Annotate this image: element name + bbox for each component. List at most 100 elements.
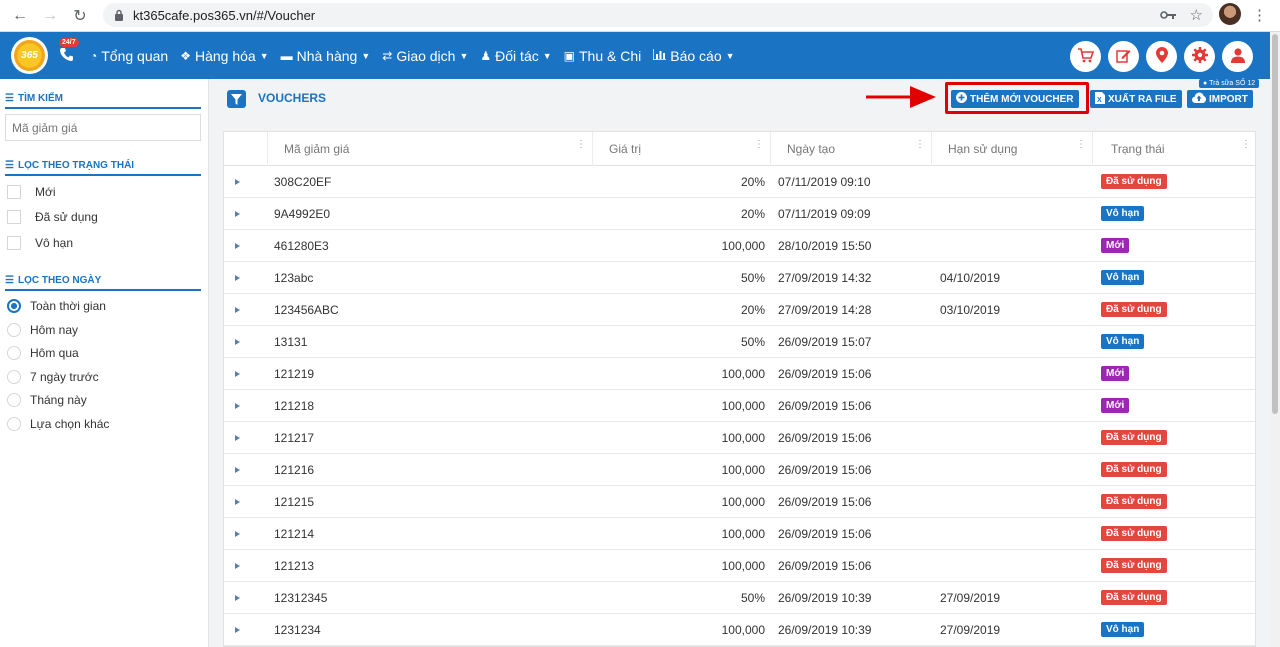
table-row[interactable]: 121214 100,000 26/09/2019 15:06 Đã sử dụng — [224, 518, 1255, 550]
table-row[interactable]: 1231234 100,000 26/09/2019 10:39 27/09/2019… — [224, 614, 1255, 646]
expand-row-icon[interactable] — [235, 211, 240, 217]
radio-button[interactable] — [7, 370, 21, 384]
radio-button[interactable] — [7, 299, 21, 313]
location-button[interactable] — [1146, 41, 1177, 72]
table-row[interactable]: 12312345 50% 26/09/2019 10:39 27/09/2019 Đã … — [224, 582, 1255, 614]
expand-row-icon[interactable] — [235, 275, 240, 281]
expand-row-icon[interactable] — [235, 371, 240, 377]
expand-row-icon[interactable] — [235, 307, 240, 313]
column-header-gia-tri[interactable]: Giá trị ⋮ — [593, 132, 771, 166]
table-row[interactable]: 13131 50% 26/09/2019 15:07 Vô hạn — [224, 326, 1255, 358]
expand-row-icon[interactable] — [235, 435, 240, 441]
table-row[interactable]: 9A4992E0 20% 07/11/2019 09:09 Vô hạn — [224, 198, 1255, 230]
column-menu-icon[interactable]: ⋮ — [915, 140, 925, 150]
radio-button[interactable] — [7, 393, 21, 407]
import-button[interactable]: IMPORT — [1187, 90, 1253, 108]
date-filter-7-days[interactable]: 7 ngày trước — [7, 370, 99, 384]
table-row[interactable]: 308C20EF 20% 07/11/2019 09:10 Đã sử dụng — [224, 166, 1255, 198]
cloud-upload-icon — [1192, 92, 1206, 106]
column-menu-icon[interactable]: ⋮ — [1241, 140, 1251, 150]
phone-icon[interactable] — [60, 47, 73, 65]
column-header-ngay-tao[interactable]: Ngày tạo ⋮ — [771, 132, 932, 166]
date-filter-all-time[interactable]: Toàn thời gian — [7, 299, 106, 313]
date-filter-this-month[interactable]: Tháng này — [7, 393, 87, 407]
table-row[interactable]: 121215 100,000 26/09/2019 15:06 Đã sử dụng — [224, 486, 1255, 518]
filter-label: Tháng này — [30, 393, 87, 407]
cart-button[interactable] — [1070, 41, 1101, 72]
table-row[interactable]: 121218 100,000 26/09/2019 15:06 Mới — [224, 390, 1255, 422]
settings-button[interactable] — [1184, 41, 1215, 72]
table-row[interactable]: 461280E3 100,000 28/10/2019 15:50 Mới — [224, 230, 1255, 262]
radio-button[interactable] — [7, 323, 21, 337]
status-filter-da-su-dung[interactable]: Đã sử dụng — [7, 210, 98, 224]
column-header-ma-giam-gia[interactable]: Mã giảm giá ⋮ — [268, 132, 593, 166]
expand-row-icon[interactable] — [235, 595, 240, 601]
caret-down-icon: ▼ — [259, 50, 269, 61]
checkbox[interactable] — [7, 185, 21, 199]
page-scrollbar[interactable] — [1270, 32, 1280, 647]
annotation-highlight-box — [945, 82, 1089, 114]
expand-row-icon[interactable] — [235, 467, 240, 473]
nav-item-hang-hoa[interactable]: ❖ Hàng hóa ▼ — [180, 48, 268, 64]
date-filter-yesterday[interactable]: Hôm qua — [7, 346, 79, 360]
status-badge: Mới — [1101, 366, 1130, 381]
expand-row-icon[interactable] — [235, 531, 240, 537]
nav-item-thu-chi[interactable]: ▣ Thu & Chi — [564, 48, 642, 64]
expiry-date-cell: 03/10/2019 — [940, 302, 1001, 317]
edit-button[interactable] — [1108, 41, 1139, 72]
expand-row-icon[interactable] — [235, 403, 240, 409]
nav-item-tong-quan[interactable]: ◔ Tổng quan — [90, 48, 168, 64]
table-row[interactable]: 123456ABC 20% 27/09/2019 14:28 03/10/2019 Đã… — [224, 294, 1255, 326]
expand-row-icon[interactable] — [235, 179, 240, 185]
branch-label[interactable]: ● Trà sữa SỐ 12 — [1199, 79, 1260, 88]
bookmark-star-icon[interactable]: ☆ — [1190, 6, 1203, 24]
key-icon[interactable] — [1159, 7, 1176, 24]
date-filter-today[interactable]: Hôm nay — [7, 323, 78, 337]
column-menu-icon[interactable]: ⋮ — [1076, 140, 1086, 150]
status-filter-moi[interactable]: Mới — [7, 185, 56, 199]
table-row[interactable]: 121219 100,000 26/09/2019 15:06 Mới — [224, 358, 1255, 390]
column-header-han-su-dung[interactable]: Hạn sử dụng ⋮ — [932, 132, 1093, 166]
table-row[interactable]: 121216 100,000 26/09/2019 15:06 Đã sử dụng — [224, 454, 1255, 486]
nav-item-nha-hang[interactable]: ▬ Nhà hàng ▼ — [281, 48, 371, 64]
address-bar[interactable]: kt365cafe.pos365.vn/#/Voucher ☆ — [103, 3, 1213, 27]
back-icon[interactable]: ← — [7, 3, 33, 29]
column-menu-icon[interactable]: ⋮ — [576, 140, 586, 150]
forward-icon[interactable]: → — [37, 3, 63, 29]
scrollbar-thumb[interactable] — [1272, 34, 1278, 414]
expand-row-icon[interactable] — [235, 499, 240, 505]
reload-icon[interactable]: ↻ — [67, 3, 93, 29]
status-badge: Đã sử dụng — [1101, 302, 1167, 317]
column-header-trang-thai[interactable]: Trạng thái ⋮ — [1093, 132, 1255, 166]
radio-button[interactable] — [7, 417, 21, 431]
user-button[interactable] — [1222, 41, 1253, 72]
export-file-button[interactable]: X XUẤT RA FILE — [1090, 90, 1182, 108]
voucher-code-cell: 9A4992E0 — [274, 206, 331, 221]
expand-row-icon[interactable] — [235, 563, 240, 569]
table-row[interactable]: 123abc 50% 27/09/2019 14:32 04/10/2019 Vô hạ… — [224, 262, 1255, 294]
status-cell: Đã sử dụng — [1101, 486, 1167, 517]
voucher-code-search-input[interactable] — [5, 114, 201, 141]
table-row[interactable]: 121217 100,000 26/09/2019 15:06 Đã sử dụng — [224, 422, 1255, 454]
quick-actions — [1070, 41, 1253, 72]
browser-menu-icon[interactable]: ⋮ — [1252, 6, 1267, 24]
date-filter-custom[interactable]: Lựa chọn khác — [7, 417, 109, 431]
column-menu-icon[interactable]: ⋮ — [754, 140, 764, 150]
nav-item-doi-tac[interactable]: ♟ Đối tác ▼ — [480, 48, 551, 64]
expand-row-icon[interactable] — [235, 339, 240, 345]
nav-item-bao-cao[interactable]: Báo cáo ▼ — [652, 48, 735, 64]
status-cell: Đã sử dụng — [1101, 518, 1167, 549]
caret-down-icon: ▼ — [459, 50, 469, 61]
checkbox[interactable] — [7, 236, 21, 250]
radio-button[interactable] — [7, 346, 21, 360]
caret-down-icon: ▼ — [725, 50, 735, 61]
checkbox[interactable] — [7, 210, 21, 224]
table-row[interactable]: 121213 100,000 26/09/2019 15:06 Đã sử dụng — [224, 550, 1255, 582]
expand-row-icon[interactable] — [235, 627, 240, 633]
nav-item-giao-dich[interactable]: ⇄ Giao dịch ▼ — [382, 48, 468, 64]
app-logo[interactable]: 365 — [11, 37, 48, 74]
filter-icon[interactable] — [227, 90, 246, 108]
status-filter-vo-han[interactable]: Vô hạn — [7, 236, 73, 250]
expand-row-icon[interactable] — [235, 243, 240, 249]
profile-avatar[interactable] — [1219, 3, 1241, 25]
